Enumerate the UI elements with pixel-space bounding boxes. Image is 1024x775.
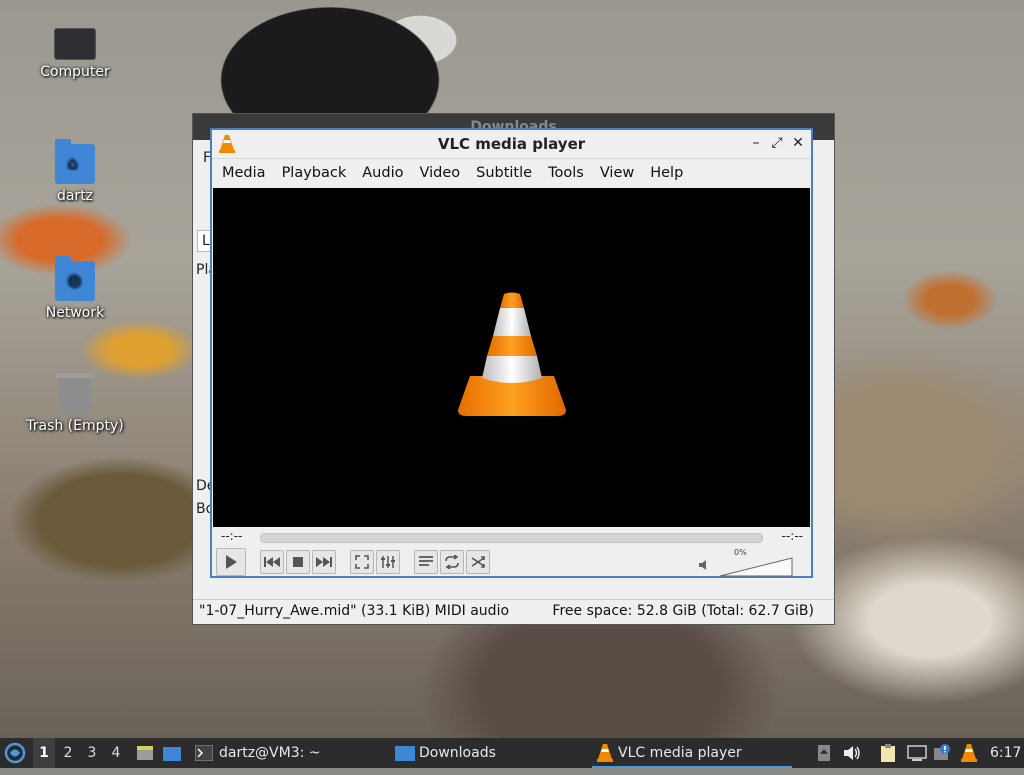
loop-icon (445, 555, 459, 569)
folder-icon (163, 747, 181, 761)
drive-icon (137, 746, 153, 760)
network-icon (907, 745, 927, 761)
stop-button[interactable] (286, 550, 310, 574)
vlc-cone-icon (597, 744, 613, 762)
update-alert-icon (934, 744, 950, 760)
volume-slider[interactable] (718, 557, 794, 577)
status-file-info: "1-07_Hurry_Awe.mid" (33.1 KiB) MIDI aud… (199, 603, 510, 619)
file-manager-launcher[interactable] (162, 738, 184, 768)
maximize-button[interactable]: ⤢ (768, 133, 786, 153)
terminal-icon (195, 745, 213, 761)
clipboard-icon (881, 744, 895, 762)
video-area[interactable] (213, 188, 810, 527)
menu-playback[interactable]: Playback (274, 159, 355, 187)
vlc-window-title: VLC media player (437, 135, 586, 153)
playlist-icon (419, 556, 433, 566)
tray-notification-button[interactable] (933, 738, 953, 768)
eject-icon (818, 745, 830, 761)
play-icon (226, 555, 237, 569)
desktop-icon-label: Computer (40, 64, 110, 80)
skip-back-icon (264, 557, 280, 567)
speaker-icon (844, 746, 860, 760)
speaker-icon[interactable] (698, 556, 710, 575)
tray-vlc-button[interactable] (960, 738, 982, 768)
volume-percent: 0% (734, 548, 747, 557)
equalizer-icon (381, 556, 395, 568)
menu-view[interactable]: View (592, 159, 642, 187)
playlist-button[interactable] (414, 550, 438, 574)
task-label: dartz@VM3: ~ (219, 745, 321, 761)
vlc-cone-icon (961, 744, 977, 762)
previous-button[interactable] (260, 550, 284, 574)
task-label: VLC media player (618, 745, 742, 761)
fullscreen-button[interactable] (350, 550, 374, 574)
menu-subtitle[interactable]: Subtitle (468, 159, 540, 187)
play-button[interactable] (216, 548, 246, 576)
menu-audio[interactable]: Audio (354, 159, 411, 187)
minimize-button[interactable]: – (747, 133, 765, 153)
network-folder-icon: ◍ (55, 256, 95, 301)
tray-network-button[interactable] (907, 738, 929, 768)
desktop-icon-label: Trash (Empty) (26, 418, 124, 434)
workspace-2[interactable]: 2 (57, 738, 79, 768)
tray-eject-button[interactable] (818, 738, 834, 768)
desktop-icon-computer[interactable]: Computer (20, 22, 130, 80)
seek-slider[interactable] (260, 533, 763, 543)
task-terminal[interactable]: dartz@VM3: ~ (193, 738, 321, 768)
desktop-icon-label: Network (45, 305, 105, 321)
folder-icon (395, 746, 415, 761)
desktop-icon-label: dartz (56, 188, 94, 204)
start-menu-button[interactable] (4, 738, 28, 768)
workspace-3[interactable]: 3 (81, 738, 103, 768)
taskbar: 1 2 3 4 dartz@VM3: ~ Downloads VLC media… (0, 738, 1024, 768)
shuffle-button[interactable] (466, 550, 490, 574)
workspace-1[interactable]: 1 (33, 738, 55, 768)
fullscreen-icon (355, 555, 369, 569)
menu-media[interactable]: Media (214, 159, 274, 187)
trash-icon (56, 373, 94, 414)
status-free-space: Free space: 52.8 GiB (Total: 62.7 GiB) (552, 603, 814, 619)
desktop-icon-home[interactable]: ⌂ dartz (20, 139, 130, 204)
shuffle-icon (471, 556, 485, 568)
close-button[interactable]: ✕ (789, 133, 807, 153)
downloads-statusbar: "1-07_Hurry_Awe.mid" (33.1 KiB) MIDI aud… (193, 599, 834, 624)
stop-icon (293, 557, 303, 567)
workspace-4[interactable]: 4 (105, 738, 127, 768)
seek-bar-row: --:-- --:-- (212, 527, 811, 547)
skip-forward-icon (316, 557, 332, 567)
playback-controls: 0% (212, 547, 811, 578)
show-desktop-button[interactable] (136, 738, 156, 768)
menu-video[interactable]: Video (411, 159, 468, 187)
desktop-icon-trash[interactable]: Trash (Empty) (20, 373, 130, 434)
vlc-menubar: Media Playback Audio Video Subtitle Tool… (212, 159, 811, 187)
elapsed-time: --:-- (221, 529, 243, 543)
menu-tools[interactable]: Tools (540, 159, 592, 187)
task-downloads[interactable]: Downloads (393, 738, 496, 768)
vlc-cone-logo-icon (458, 292, 566, 416)
remaining-time: --:-- (781, 529, 803, 543)
extended-settings-button[interactable] (376, 550, 400, 574)
next-button[interactable] (312, 550, 336, 574)
loop-button[interactable] (440, 550, 464, 574)
desktop-icon-network[interactable]: ◍ Network (20, 256, 130, 321)
vlc-titlebar[interactable]: VLC media player – ⤢ ✕ (212, 130, 811, 159)
task-vlc[interactable]: VLC media player (592, 738, 792, 768)
lxqt-logo-icon (4, 742, 26, 764)
tray-volume-button[interactable] (843, 738, 863, 768)
task-label: Downloads (419, 745, 496, 761)
tray-clipboard-button[interactable] (880, 738, 900, 768)
home-folder-icon: ⌂ (55, 139, 95, 184)
clock[interactable]: 6:17 (990, 738, 1021, 768)
vlc-window[interactable]: VLC media player – ⤢ ✕ Media Playback Au… (210, 128, 813, 578)
computer-icon (54, 28, 96, 60)
menu-help[interactable]: Help (642, 159, 691, 187)
